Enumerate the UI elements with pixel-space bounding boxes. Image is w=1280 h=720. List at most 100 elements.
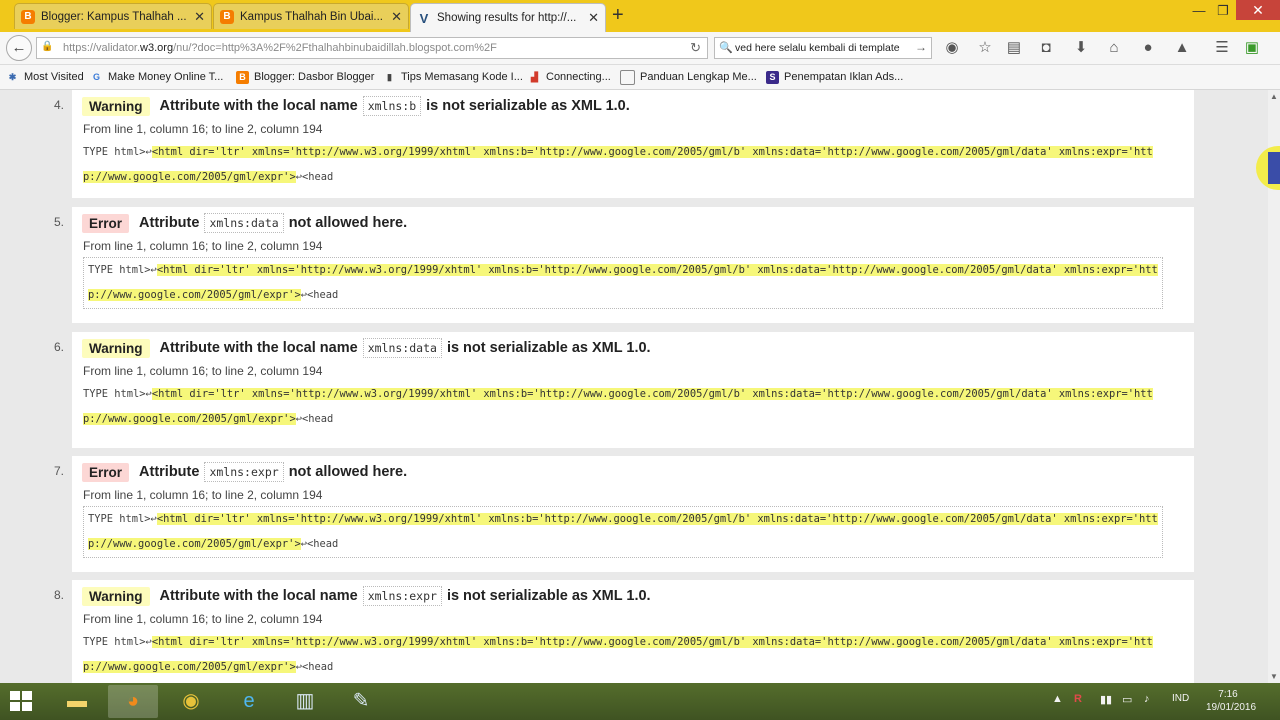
bookmark-connecting[interactable]: ▟ Connecting... <box>528 69 611 85</box>
pocket-icon[interactable]: ◘ <box>1036 38 1056 58</box>
download-icon[interactable]: ⬇ <box>1071 38 1091 58</box>
warning-badge: Warning <box>82 338 150 358</box>
message-item: 7. Error Attribute xmlns:expr not allowe… <box>54 456 1194 572</box>
tray-chevron-icon[interactable]: ▲ <box>1052 693 1063 705</box>
taskbar: ▬ ◕ ◉ e ▥ ✎ ▲ R ▮▮ ▭ ♪ IND 7:16 19/01/20… <box>0 683 1280 720</box>
validator-icon: V <box>419 10 429 26</box>
firefox-icon[interactable]: ◕ <box>108 685 158 718</box>
source-extract: TYPE html>↩<html dir='ltr' xmlns='http:/… <box>83 257 1163 309</box>
search-box[interactable]: 🔍 → <box>714 37 932 59</box>
input-language[interactable]: IND <box>1172 693 1189 704</box>
close-icon[interactable]: ✕ <box>588 10 599 26</box>
bookmarks-toolbar: ✱ Most Visited G Make Money Online T... … <box>0 65 1280 90</box>
scroll-down-icon[interactable]: ▼ <box>1270 672 1278 681</box>
scroll-up-icon[interactable]: ▲ <box>1270 92 1278 101</box>
error-badge: Error <box>82 213 130 233</box>
tray-app-icon[interactable]: R <box>1074 693 1082 705</box>
address-bar[interactable]: 🔒 https://validator.w3.org/nu/?doc=http%… <box>36 37 708 59</box>
address-url: https://validator.w3.org/nu/?doc=http%3A… <box>63 42 497 54</box>
search-go-icon[interactable]: → <box>915 40 927 54</box>
message-location: From line 1, column 16; to line 2, colum… <box>83 364 323 378</box>
highlighted-source: <html dir='ltr' xmlns='http://www.w3.org… <box>83 146 1153 183</box>
windows-start-icon[interactable] <box>10 691 34 713</box>
chat-icon[interactable]: ● <box>1138 38 1158 58</box>
tab-strip: B Blogger: Kampus Thalhah ... ✕ B Kampus… <box>0 0 1280 32</box>
home-icon[interactable]: ⌂ <box>1104 38 1124 58</box>
message-heading: Warning Attribute with the local name xm… <box>82 94 630 118</box>
attribute-code: xmlns:b <box>362 96 422 116</box>
search-icon: 🔍 <box>719 42 733 54</box>
tab-label: Blogger: Kampus Thalhah ... <box>41 10 187 23</box>
minimize-button[interactable]: — <box>1188 2 1210 20</box>
message-number: 6. <box>54 340 65 354</box>
paint-icon[interactable]: ✎ <box>336 685 386 718</box>
reading-list-icon[interactable]: ▤ <box>1004 38 1024 58</box>
internet-explorer-icon[interactable]: e <box>224 685 274 718</box>
tab-label: Kampus Thalhah Bin Ubai... <box>240 10 383 23</box>
warning-badge: Warning <box>82 96 150 116</box>
bookmark-blogger-dasbor[interactable]: B Blogger: Dasbor Blogger <box>236 69 374 85</box>
close-icon[interactable]: ✕ <box>194 9 205 25</box>
attribute-code: xmlns:data <box>362 338 442 358</box>
message-location: From line 1, column 16; to line 2, colum… <box>83 239 323 253</box>
bookmark-icon: ▮ <box>387 71 392 82</box>
message-location: From line 1, column 16; to line 2, colum… <box>83 488 323 502</box>
network-icon[interactable]: ▮▮ <box>1100 693 1112 706</box>
system-clock[interactable]: 7:16 19/01/2016 <box>1206 688 1257 714</box>
chart-icon: ▟ <box>531 71 538 82</box>
message-location: From line 1, column 16; to line 2, colum… <box>83 612 323 626</box>
share-icon[interactable]: ▲ <box>1172 38 1192 58</box>
tab-kampus-thalhah[interactable]: B Kampus Thalhah Bin Ubai... ✕ <box>213 3 409 29</box>
extension-icon[interactable]: ◉ <box>942 38 962 58</box>
attribute-code: xmlns:data <box>204 213 284 233</box>
star-icon: ✱ <box>8 71 17 82</box>
volume-icon[interactable]: ♪ <box>1144 693 1150 705</box>
bookmark-panduan[interactable]: Panduan Lengkap Me... <box>620 69 757 85</box>
bookmark-tips[interactable]: ▮ Tips Memasang Kode I... <box>383 69 523 85</box>
blogger-icon: B <box>236 70 249 84</box>
message-item: 4. Warning Attribute with the local name… <box>54 90 1194 198</box>
bookmark-penempatan[interactable]: S Penempatan Iklan Ads... <box>766 69 903 85</box>
clock-date: 19/01/2016 <box>1206 702 1257 713</box>
bookmark-star-icon[interactable]: ☆ <box>975 38 995 58</box>
error-badge: Error <box>82 462 130 482</box>
highlighted-source: <html dir='ltr' xmlns='http://www.w3.org… <box>83 636 1153 673</box>
battery-icon[interactable]: ▭ <box>1122 693 1132 706</box>
bookmark-make-money[interactable]: G Make Money Online T... <box>90 69 223 85</box>
close-icon[interactable]: ✕ <box>391 9 402 25</box>
attribute-code: xmlns:expr <box>362 586 442 606</box>
menu-icon[interactable]: ☰ <box>1212 38 1232 58</box>
source-extract: TYPE html>↩<html dir='ltr' xmlns='http:/… <box>83 636 1153 673</box>
highlighted-source: <html dir='ltr' xmlns='http://www.w3.org… <box>83 388 1153 425</box>
message-number: 5. <box>54 215 65 229</box>
message-heading: Warning Attribute with the local name xm… <box>82 336 651 360</box>
chrome-icon[interactable]: ◉ <box>166 685 216 718</box>
highlighted-source: <html dir='ltr' xmlns='http://www.w3.org… <box>88 513 1158 550</box>
app-icon[interactable]: ▥ <box>280 685 330 718</box>
restore-button[interactable]: ❐ <box>1212 2 1234 20</box>
message-item: 8. Warning Attribute with the local name… <box>54 580 1194 683</box>
tab-blogger-kampus[interactable]: B Blogger: Kampus Thalhah ... ✕ <box>14 3 212 29</box>
clock-time: 7:16 <box>1218 689 1238 700</box>
reload-icon[interactable]: ↻ <box>690 40 701 56</box>
bookmark-most-visited[interactable]: ✱ Most Visited <box>6 69 84 85</box>
message-number: 7. <box>54 464 65 478</box>
message-location: From line 1, column 16; to line 2, colum… <box>83 122 323 136</box>
s-icon: S <box>766 70 779 84</box>
page-content: 4. Warning Attribute with the local name… <box>0 90 1268 683</box>
message-item: 5. Error Attribute xmlns:data not allowe… <box>54 207 1194 323</box>
page-icon <box>620 69 635 85</box>
warning-badge: Warning <box>82 586 150 606</box>
navigation-toolbar: ← 🔒 https://validator.w3.org/nu/?doc=htt… <box>0 32 1280 65</box>
message-number: 4. <box>54 98 65 112</box>
window-close-button[interactable]: ✕ <box>1236 0 1280 20</box>
message-item: 6. Warning Attribute with the local name… <box>54 332 1194 448</box>
back-button[interactable]: ← <box>6 35 32 61</box>
source-extract: TYPE html>↩<html dir='ltr' xmlns='http:/… <box>83 146 1153 183</box>
addon-icon[interactable]: ▣ <box>1242 38 1262 58</box>
file-explorer-icon[interactable]: ▬ <box>52 685 102 718</box>
new-tab-button[interactable]: + <box>612 5 624 25</box>
search-input[interactable] <box>735 40 913 56</box>
tab-validator-results[interactable]: V Showing results for http://... ✕ <box>410 3 606 32</box>
message-heading: Warning Attribute with the local name xm… <box>82 584 651 608</box>
